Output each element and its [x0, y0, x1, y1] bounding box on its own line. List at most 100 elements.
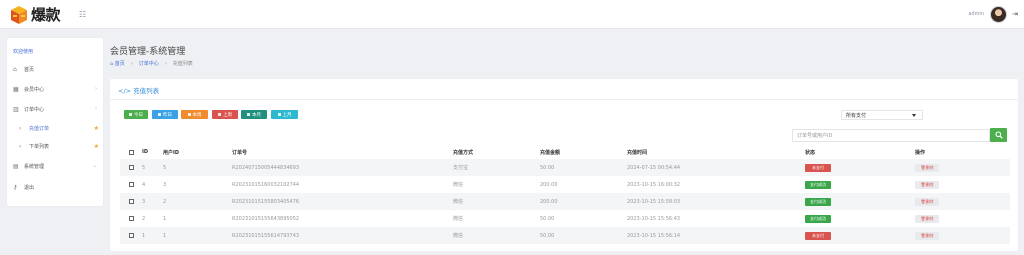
sidebar-item-order-list[interactable]: › 下单列表 ★ [13, 140, 99, 152]
search-button[interactable] [990, 128, 1007, 142]
cell-order-no: R20231015160032102744 [232, 181, 300, 188]
chevron-right-icon: › [95, 106, 97, 112]
row-checkbox[interactable] [129, 193, 134, 210]
star-icon[interactable]: ★ [94, 143, 99, 150]
page-title: 会员管理-系统管理 [110, 47, 186, 57]
table-row: 2 1 R20231015155643895052 微信 50.00 2023-… [120, 210, 1010, 227]
column-header[interactable]: 状态 [805, 146, 815, 158]
avatar[interactable] [990, 6, 1007, 23]
table-row: 1 1 R20231015155614793743 微信 50.00 2023-… [120, 227, 1010, 244]
cell-method: 支付宝 [453, 165, 469, 171]
column-header[interactable]: 充值金额 [540, 146, 560, 158]
home-icon: ⌂ [13, 65, 17, 73]
key-icon: ⚷ [13, 183, 18, 191]
cell-method: 微信 [453, 233, 464, 239]
breadcrumb-home[interactable]: ⌂ 首页 [110, 60, 125, 67]
star-icon[interactable]: ★ [94, 125, 99, 132]
divider [110, 99, 1018, 100]
chevron-down-icon: ⌄ [92, 163, 97, 169]
column-header[interactable]: 充值方式 [453, 146, 473, 158]
column-header[interactable]: 订单号 [232, 146, 247, 158]
logout-icon[interactable]: ⇥ [1012, 10, 1018, 18]
delete-button[interactable]: 🗑 删除 [915, 210, 939, 227]
cell-time: 2023-10-15 16:00:32 [627, 181, 681, 188]
sidebar-item-system[interactable]: ▤ 系统管理 ⌄ [13, 160, 99, 172]
cell-user-id: 1 [163, 215, 167, 222]
cell-user-id: 3 [163, 181, 167, 188]
chart-icon: ▥ [13, 105, 19, 113]
filter-this-week-button[interactable]: 本周 [181, 110, 208, 119]
delete-button[interactable]: 🗑 删除 [915, 159, 939, 176]
status-badge: 支付成功 [805, 176, 831, 193]
filter-last-month-button[interactable]: 上月 [271, 110, 298, 119]
status-badge: 支付成功 [805, 210, 831, 227]
sidebar-item-home[interactable]: ⌂ 首页 [13, 63, 99, 75]
filter-today-button[interactable]: 今日 [124, 110, 148, 119]
column-header[interactable]: 用户ID [163, 146, 179, 158]
select-all-checkbox[interactable] [129, 146, 134, 158]
column-header[interactable]: 操作 [915, 146, 925, 158]
cell-user-id: 1 [163, 232, 167, 239]
cell-time: 2023-10-15 15:56:14 [627, 232, 681, 239]
chevron-right-icon: › [19, 124, 22, 132]
cell-method: 微信 [453, 199, 464, 205]
filter-last-week-button[interactable]: 上周 [212, 110, 238, 119]
sidebar-item-logout[interactable]: ⚷ 退出 [13, 181, 99, 193]
cell-id: 1 [142, 232, 146, 239]
status-badge: 未支付 [805, 227, 831, 244]
sidebar-item-label: 充值订单 [29, 125, 50, 132]
cell-amount: 50.00 [540, 215, 555, 222]
cell-time: 2023-10-15 15:58:03 [627, 198, 681, 205]
delete-button[interactable]: 🗑 删除 [915, 176, 939, 193]
filter-this-month-button[interactable]: 本月 [241, 110, 267, 119]
logo[interactable]: 爆款 [10, 4, 61, 25]
delete-button[interactable]: 🗑 删除 [915, 193, 939, 210]
chevron-right-icon: › [19, 142, 22, 150]
table-row: 5 5 R20240715005444834693 支付宝 50.00 2024… [120, 159, 1010, 176]
breadcrumb: ⌂ 首页 › 订单中心 › 充值列表 [110, 60, 193, 68]
sidebar-welcome: 欢迎使用 [13, 49, 34, 55]
logo-cube-icon [10, 5, 28, 25]
cell-order-no: R20240715005444834693 [232, 164, 300, 171]
column-header[interactable]: ID [142, 146, 148, 158]
status-badge: 支付成功 [805, 193, 831, 210]
cell-amount: 50.00 [540, 164, 555, 171]
cell-time: 2024-07-15 00:54:44 [627, 164, 681, 171]
grid-icon: ▤ [13, 162, 19, 170]
cell-user-id: 2 [163, 198, 167, 205]
row-checkbox[interactable] [129, 159, 134, 176]
row-checkbox[interactable] [129, 176, 134, 193]
menu-toggle-icon[interactable]: ☷ [79, 10, 86, 19]
row-checkbox[interactable] [129, 210, 134, 227]
breadcrumb-orders[interactable]: 订单中心 [139, 60, 159, 67]
code-icon: </> [118, 87, 132, 95]
cell-method: 微信 [453, 216, 464, 222]
cell-id: 2 [142, 215, 146, 222]
recharge-list-card: </> 充值列表 今日 昨日 本周 上周 本月 上月 所有支付 订单号或用户ID… [110, 79, 1018, 251]
status-badge: 未支付 [805, 159, 831, 176]
sidebar: 欢迎使用 ⌂ 首页 ▦ 会员中心 › ▥ 订单中心 › › 充值订单 ★ › 下… [7, 38, 103, 206]
cell-amount: 50.00 [540, 232, 555, 239]
cell-order-no: R20231015155803405476 [232, 198, 300, 205]
sidebar-item-label: 下单列表 [29, 143, 50, 150]
filter-yesterday-button[interactable]: 昨日 [152, 110, 178, 119]
cell-id: 4 [142, 181, 146, 188]
card-title: </> 充值列表 [118, 87, 160, 95]
cell-time: 2023-10-15 15:56:43 [627, 215, 681, 222]
cell-amount: 200.00 [540, 198, 558, 205]
table-row: 3 2 R20231015155803405476 微信 200.00 2023… [120, 193, 1010, 210]
table-row: 4 3 R20231015160032102744 微信 200.00 2023… [120, 176, 1010, 193]
search-input[interactable]: 订单号或用户ID [792, 129, 990, 142]
sidebar-item-label: 系统管理 [24, 163, 45, 170]
sidebar-item-label: 会员中心 [24, 86, 45, 93]
payment-type-select[interactable]: 所有支付 [841, 110, 923, 120]
sidebar-item-member[interactable]: ▦ 会员中心 › [13, 83, 99, 95]
row-checkbox[interactable] [129, 227, 134, 244]
column-header[interactable]: 充值时间 [627, 146, 647, 158]
delete-button[interactable]: 🗑 删除 [915, 227, 939, 244]
sidebar-item-recharge-orders[interactable]: › 充值订单 ★ [13, 122, 99, 134]
sidebar-item-orders[interactable]: ▥ 订单中心 › [13, 103, 99, 115]
admin-name[interactable]: admin [968, 11, 984, 17]
breadcrumb-current: 充值列表 [172, 61, 193, 67]
search-icon [994, 131, 1003, 139]
